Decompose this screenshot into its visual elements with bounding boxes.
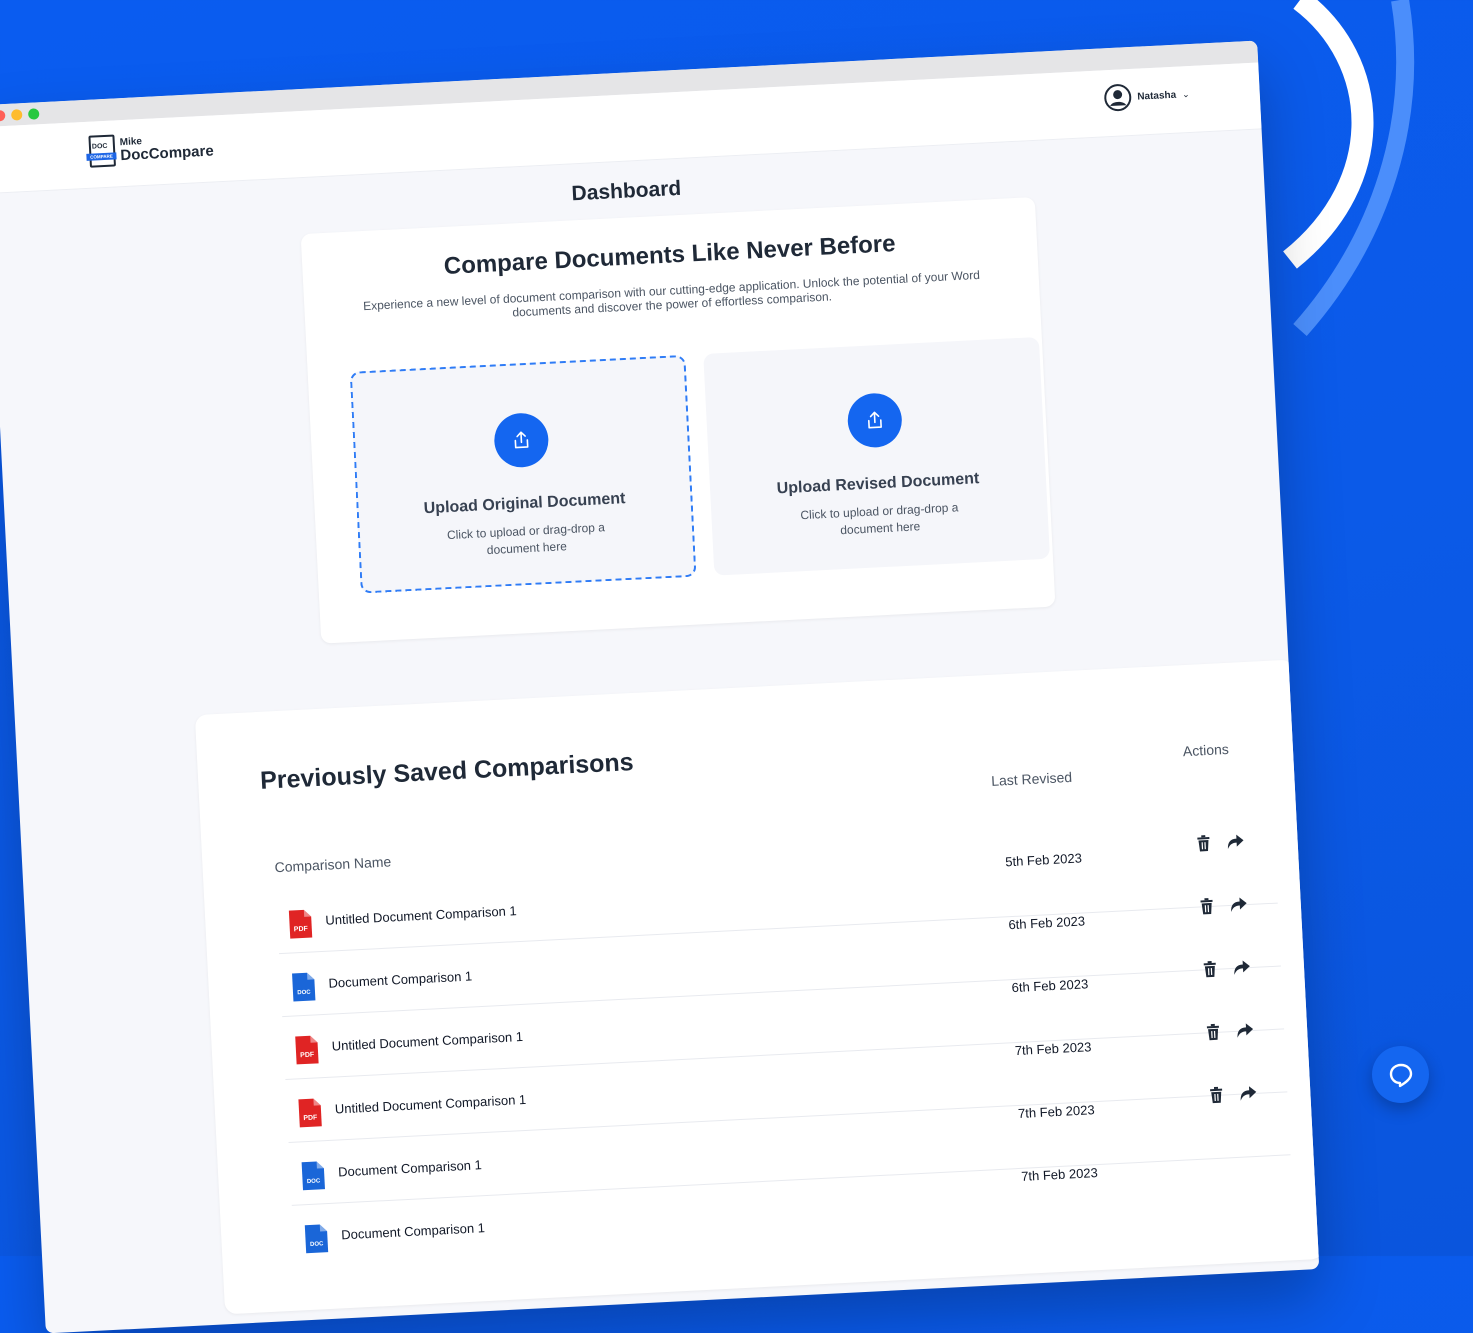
trash-icon[interactable] — [1207, 1086, 1226, 1105]
comparison-name: Document Comparison 1 — [337, 1157, 483, 1180]
svg-text:DOC: DOC — [297, 990, 311, 997]
svg-text:PDF: PDF — [294, 926, 309, 934]
comparison-name: Document Comparison 1 — [340, 1220, 486, 1243]
logo-title: DocCompare — [119, 141, 215, 164]
comparison-date: 6th Feb 2023 — [1008, 913, 1086, 933]
close-window-button[interactable] — [0, 109, 6, 122]
trash-icon[interactable] — [1197, 897, 1216, 916]
share-icon[interactable] — [1226, 832, 1245, 851]
comparison-date: 6th Feb 2023 — [1011, 976, 1089, 996]
upload-original-subtitle: Click to upload or drag-drop a document … — [446, 520, 606, 557]
upload-revised-subtitle: Click to upload or drag-drop a document … — [800, 500, 959, 538]
comparison-date: 7th Feb 2023 — [1014, 1039, 1092, 1059]
upload-revised-dropzone[interactable]: Upload Revised Document Click to upload … — [703, 336, 1051, 576]
pdf-file-icon: PDF — [293, 1033, 321, 1066]
logo-icon: DOC COMPARE — [85, 134, 117, 168]
pdf-file-icon: PDF — [287, 907, 315, 940]
comparison-date: 7th Feb 2023 — [1020, 1165, 1099, 1184]
upload-original-title: Upload Original Document — [423, 490, 626, 518]
trash-icon[interactable] — [1194, 834, 1213, 853]
comparison-name: Untitled Document Comparison 1 — [334, 1091, 527, 1117]
saved-heading: Previously Saved Comparisons — [259, 748, 635, 795]
user-menu[interactable]: Natasha ⌄ — [1103, 80, 1191, 112]
upload-icon — [514, 431, 529, 449]
user-avatar-icon — [1103, 84, 1131, 112]
upload-icon — [868, 411, 882, 429]
saved-comparisons-card: Previously Saved Comparisons Last Revise… — [194, 659, 1320, 1315]
comparison-name: Document Comparison 1 — [328, 968, 473, 991]
minimize-window-button[interactable] — [10, 108, 23, 121]
svg-text:PDF: PDF — [303, 1114, 318, 1122]
chat-bubble-icon — [1389, 1063, 1412, 1087]
upload-original-dropzone[interactable]: Upload Original Document Click to upload… — [349, 354, 697, 594]
comparison-date: 5th Feb 2023 — [1004, 850, 1083, 870]
chat-button[interactable] — [1372, 1046, 1429, 1103]
doc-file-icon: DOC — [303, 1222, 331, 1255]
comparison-name: Untitled Document Comparison 1 — [331, 1028, 524, 1054]
column-header-actions: Actions — [1182, 740, 1230, 760]
upload-revised-title: Upload Revised Document — [776, 470, 980, 498]
chevron-down-icon: ⌄ — [1181, 88, 1190, 99]
column-header-name: Comparison Name — [274, 853, 392, 876]
app-logo[interactable]: DOC COMPARE Mike DocCompare — [85, 129, 215, 168]
column-header-last-revised: Last Revised — [990, 768, 1073, 789]
trash-icon[interactable] — [1201, 960, 1220, 979]
doc-file-icon: DOC — [290, 970, 318, 1003]
app-window: DOC COMPARE Mike DocCompare Natasha ⌄ Da… — [0, 40, 1320, 1333]
comparison-name: Untitled Document Comparison 1 — [325, 903, 518, 928]
doc-file-icon: DOC — [300, 1159, 328, 1192]
maximize-window-button[interactable] — [27, 107, 40, 120]
user-name: Natasha — [1137, 89, 1177, 103]
comparison-list: PDF Untitled Document Comparison 1 5th F… — [275, 834, 1294, 1268]
share-icon[interactable] — [1236, 1021, 1255, 1040]
compare-hero-card: Compare Documents Like Never Before Expe… — [300, 196, 1056, 644]
svg-text:DOC: DOC — [310, 1241, 324, 1248]
pdf-file-icon: PDF — [296, 1096, 324, 1129]
upload-revised-button[interactable] — [846, 392, 904, 449]
trash-icon[interactable] — [1204, 1023, 1223, 1042]
share-icon[interactable] — [1229, 895, 1248, 914]
share-icon[interactable] — [1239, 1084, 1258, 1103]
svg-text:PDF: PDF — [300, 1052, 315, 1060]
upload-original-button[interactable] — [493, 411, 550, 469]
comparison-date: 7th Feb 2023 — [1017, 1102, 1095, 1121]
svg-text:DOC: DOC — [307, 1178, 321, 1185]
share-icon[interactable] — [1233, 958, 1252, 977]
